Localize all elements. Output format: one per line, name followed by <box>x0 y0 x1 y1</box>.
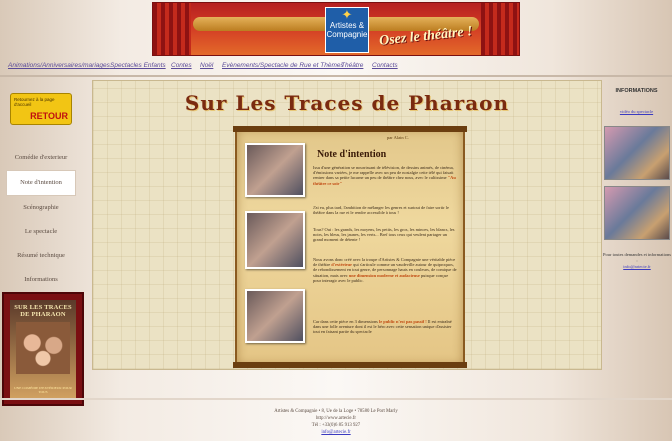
brand-logo[interactable]: ✦ Artistes & Compagnie <box>325 7 369 53</box>
nav-divider <box>0 75 672 77</box>
curtain-right <box>481 3 519 55</box>
main-content: Sur Les Traces de Pharaon par Alain C. N… <box>92 80 602 370</box>
side-menu-item-spectacle[interactable]: Le spectacle <box>6 220 76 244</box>
note-title: Note d'intention <box>317 149 387 160</box>
side-menu-item-informations[interactable]: Informations <box>6 268 76 292</box>
star-icon: ✦ <box>341 7 353 22</box>
paragraph-2: J'ai eu, plus tard, l'ambition de mélang… <box>313 205 449 216</box>
footer-website[interactable]: http://www.artecie.fr <box>0 415 672 422</box>
contact-text: Pour toutes demandes et informations : <box>603 252 671 263</box>
nav-link-theatre[interactable]: Théâtre <box>341 62 363 69</box>
nav-link-contes[interactable]: Contes <box>171 62 192 69</box>
nav-link-spectacles-enfants[interactable]: Spectacles Enfants <box>110 62 166 69</box>
side-menu-item-resume-technique[interactable]: Résumé technique <box>6 244 76 268</box>
paragraph-4: Nous avons donc créé avec la troupe d'Ar… <box>313 257 457 283</box>
back-button-caption: Retournez à la page d'accueil <box>14 97 55 107</box>
paragraph-1: Issu d'une génération se nourrissant de … <box>313 165 457 186</box>
photo-scene-2 <box>245 211 305 269</box>
video-link[interactable]: vidéo du spectacle <box>601 109 672 114</box>
poster-title: SUR LES TRACES DE PHARAON <box>14 304 72 318</box>
footer-address: Artistes & Compagnie • 8, Ue de la Loge … <box>274 409 398 414</box>
side-menu-item-note-intention[interactable]: Note d'intention <box>6 170 76 196</box>
header-banner: ✦ Artistes & Compagnie Osez le théâtre ! <box>152 2 520 56</box>
nav-link-noel[interactable]: Noël <box>200 62 213 69</box>
poster-footer: UNE COMÉDIE D'EXTÉRIEUR POUR TOUS <box>14 386 72 394</box>
footer-divider <box>0 398 672 400</box>
show-poster[interactable]: SUR LES TRACES DE PHARAON UNE COMÉDIE D'… <box>2 292 84 406</box>
photo-scene-1 <box>245 143 305 197</box>
nav-link-contacts[interactable]: Contacts <box>372 62 398 69</box>
papyrus-scroll: par Alain C. Note d'intention Issu d'une… <box>233 126 467 368</box>
logo-line2: Compagnie <box>326 30 368 39</box>
scroll-rod-bottom <box>233 362 467 368</box>
photo-scene-3 <box>245 289 305 343</box>
paragraph-5: Car dans cette pièce en 3 dimensions le … <box>313 319 457 335</box>
footer: Artistes & Compagnie • 8, Ue de la Loge … <box>0 408 672 436</box>
back-button-label: RETOUR <box>30 111 68 121</box>
side-menu-item-comedie[interactable]: Comédie d'exterieur <box>6 146 76 170</box>
paragraph-1-text: Issu d'une génération se nourrissant de … <box>313 165 454 181</box>
contact-block: Pour toutes demandes et informations : i… <box>603 252 671 270</box>
left-sidebar: Retournez à la page d'accueil RETOUR Com… <box>0 80 86 441</box>
side-menu-item-scenographie[interactable]: Scénographie <box>6 196 76 220</box>
curtain-left <box>153 3 191 55</box>
video-thumbnail-1[interactable] <box>604 126 670 180</box>
poster-faces <box>16 322 70 374</box>
contact-email-link[interactable]: info@artecie.fr <box>603 264 671 270</box>
footer-phone: Tél : +33(0)6 85 913 927 <box>311 423 361 428</box>
back-button[interactable]: Retournez à la page d'accueil RETOUR <box>10 93 72 125</box>
scroll-rod-top <box>233 126 467 132</box>
side-menu: Comédie d'exterieur Note d'intention Scé… <box>6 146 76 292</box>
byline: par Alain C. <box>387 135 409 140</box>
paragraph-3: Tous? Oui : les grands, les moyens, les … <box>313 227 455 243</box>
nav-link-evenements[interactable]: Evènements/Spectacle de Rue et Thèmes <box>222 62 344 69</box>
right-sidebar: INFORMATIONS vidéo du spectacle Pour tou… <box>601 80 672 280</box>
footer-email-link[interactable]: info@artecie.fr <box>0 429 672 436</box>
video-thumbnail-2[interactable] <box>604 186 670 240</box>
page-title: Sur Les Traces de Pharaon <box>184 91 510 115</box>
logo-line1: Artistes & <box>329 21 365 30</box>
info-heading: INFORMATIONS <box>615 88 658 94</box>
top-nav: Animations/Anniversaires/mariages Specta… <box>0 58 672 74</box>
nav-link-animations[interactable]: Animations/Anniversaires/mariages <box>8 62 110 69</box>
